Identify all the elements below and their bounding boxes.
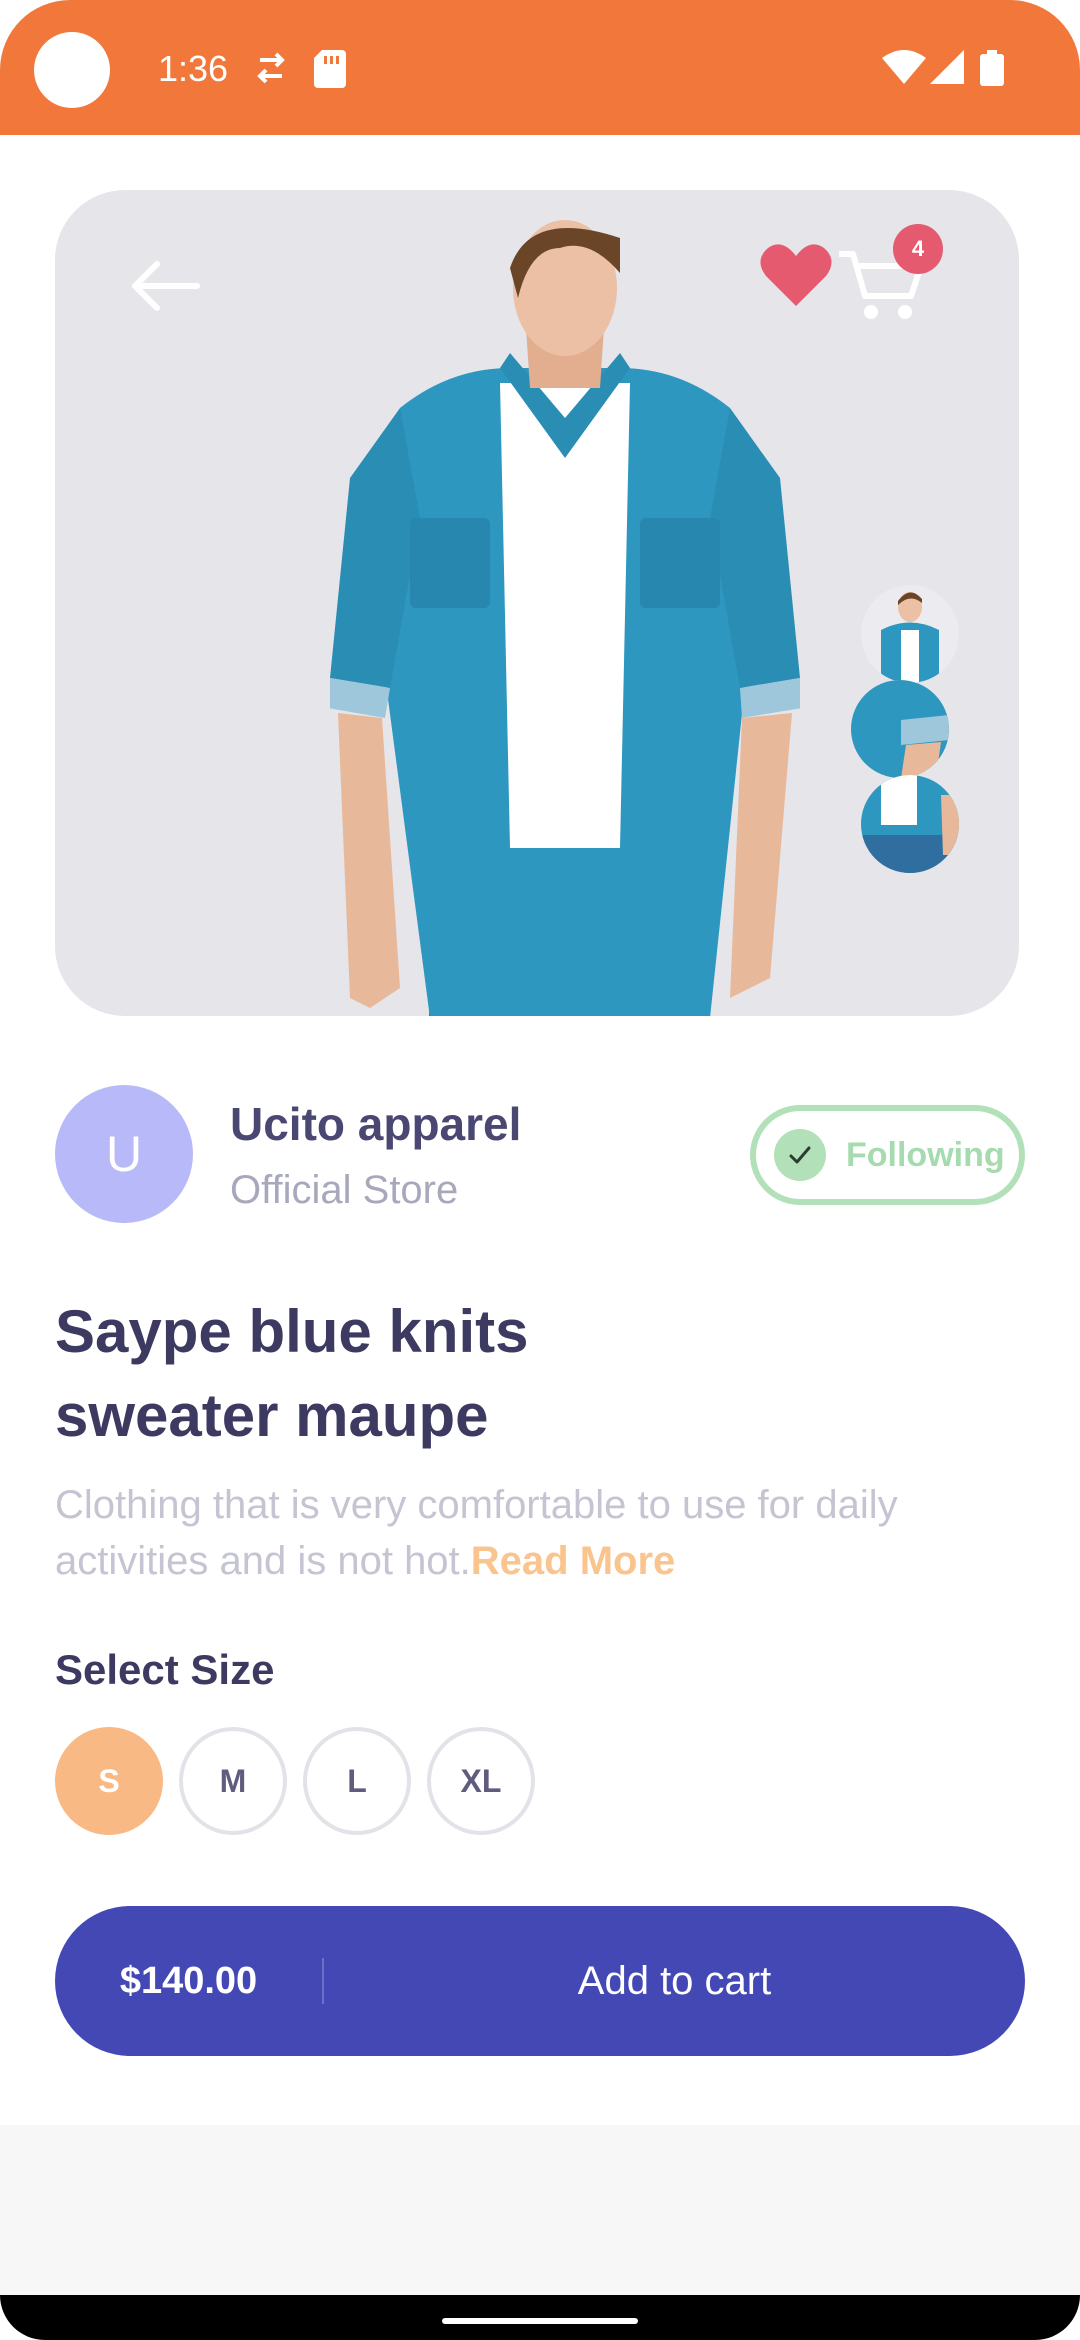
price-label: $140.00: [119, 1959, 258, 2002]
add-to-cart-button[interactable]: $140.00 Add to cart: [55, 1906, 1025, 2056]
add-to-cart-label: Add to cart: [577, 1958, 772, 2003]
wifi-icon: [882, 50, 926, 84]
sd-card-icon: [314, 50, 346, 88]
check-icon: [774, 1129, 826, 1181]
sync-icon: [257, 52, 285, 84]
back-arrow-icon[interactable]: [125, 246, 205, 326]
following-label: Following: [846, 1135, 1005, 1174]
status-time: 1:36: [158, 48, 229, 89]
status-bar: 1:36: [0, 0, 1080, 135]
thumbnail-2[interactable]: [851, 680, 949, 778]
signal-icon: [930, 50, 964, 84]
size-option-l[interactable]: L: [303, 1727, 411, 1835]
home-indicator[interactable]: [442, 2318, 638, 2324]
camera-cutout: [34, 32, 110, 108]
size-heading: Select Size: [55, 1646, 275, 1693]
thumbnail-1[interactable]: [861, 585, 959, 683]
store-name[interactable]: Ucito apparel: [230, 1097, 521, 1151]
thumbnail-3[interactable]: [861, 775, 959, 873]
product-hero: 4: [55, 190, 1019, 1016]
size-selector: S M L XL: [55, 1727, 535, 1835]
size-option-m[interactable]: M: [179, 1727, 287, 1835]
battery-icon: [980, 50, 1004, 86]
cart-count-badge: 4: [893, 224, 943, 274]
bottom-area: [0, 2125, 1080, 2295]
store-avatar[interactable]: U: [55, 1085, 193, 1223]
size-option-xl[interactable]: XL: [427, 1727, 535, 1835]
size-option-s[interactable]: S: [55, 1727, 163, 1835]
product-title: Saype blue knits sweater maupe: [55, 1298, 529, 1449]
heart-icon[interactable]: [760, 242, 832, 308]
read-more-link[interactable]: Read More: [471, 1539, 676, 1583]
product-image: [330, 220, 800, 1016]
product-description: Clothing that is very comfortable to use…: [55, 1477, 1045, 1589]
following-button[interactable]: Following: [750, 1105, 1025, 1205]
store-subtitle: Official Store: [230, 1168, 459, 1212]
screen: 1:36 4 U Ucito apparel Official Store Fo…: [0, 0, 1080, 2340]
